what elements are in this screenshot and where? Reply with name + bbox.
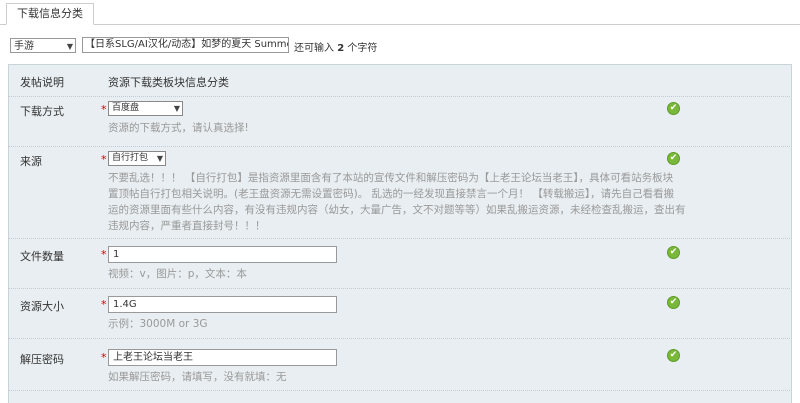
required-mark: * [101, 103, 107, 116]
header-value: 资源下载类板块信息分类 [108, 76, 229, 89]
field-help: 视频：v，图片：p，文本：本 [108, 268, 247, 280]
row-source: 来源 * 自行打包 ▼ 不要乱选！！！ 【自行打包】是指资源里面含有了本站的宣传… [8, 146, 790, 239]
category-select-value: 手游 [14, 41, 34, 52]
required-mark: * [101, 298, 107, 311]
field-label: 解压密码 [20, 353, 64, 366]
row-file-count: 文件数量 * 1 视频：v，图片：p，文本：本 ✔ [8, 238, 790, 289]
title-input[interactable]: 【日系SLG/AI汉化/动态】如梦的夏天 Summer like a Dre [82, 37, 289, 53]
hint-count: 2 [337, 43, 345, 54]
field-help: 资源的下载方式，请认真选择! [108, 122, 249, 134]
chevron-down-icon: ▼ [156, 154, 163, 163]
field-label: 文件数量 [20, 250, 64, 263]
field-help: 示例：3000M or 3G [108, 318, 208, 330]
row-unzip-password: 解压密码 * 上老王论坛当老王 如果解压密码，请填写，没有就填：无 ✔ [8, 338, 790, 391]
chevron-down-icon: ▼ [173, 104, 180, 113]
source-help-line-4: 违规内容，严重者直接封号！！！ [108, 220, 266, 232]
select-value: 自行打包 [112, 153, 149, 163]
required-mark: * [101, 153, 107, 166]
header-label: 发帖说明 [20, 76, 64, 89]
resource-size-input[interactable]: 1.4G [108, 296, 337, 313]
tab-bar: 下载信息分类 [0, 0, 800, 25]
hint-prefix: 还可输入 [294, 43, 334, 54]
select-value: 百度盘 [112, 103, 140, 113]
row-download-method: 下载方式 * 百度盘 ▼ 资源的下载方式，请认真选择! ✔ [8, 96, 790, 147]
check-circle-icon: ✔ [667, 296, 680, 309]
required-mark: * [101, 351, 107, 364]
form-header-row: 发帖说明 资源下载类板块信息分类 [8, 64, 790, 97]
check-circle-icon: ✔ [667, 246, 680, 259]
required-mark: * [101, 248, 107, 261]
check-circle-icon: ✔ [667, 152, 680, 165]
check-circle-icon: ✔ [667, 102, 680, 115]
field-help: 如果解压密码，请填写，没有就填：无 [108, 371, 287, 383]
source-select[interactable]: 自行打包 ▼ [108, 151, 166, 166]
source-help-line-3: 运的资源里面有些什么内容，有没有违规内容（幼女，大量广告，文不对题等等）如果乱搬… [108, 204, 686, 216]
tab-download-info[interactable]: 下载信息分类 [6, 3, 94, 25]
field-label: 来源 [20, 155, 42, 168]
source-help-line-1: 不要乱选！！！ 【自行打包】是指资源里面含有了本站的宣传文件和解压密码为【上老王… [108, 172, 674, 184]
field-label: 下载方式 [20, 105, 64, 118]
source-help-line-2: 置顶帖自行打包相关说明。(老王盘资源无需设置密码)。 乱选的一经发现直接禁言一个… [108, 188, 675, 200]
category-select[interactable]: 手游 ▼ [10, 38, 76, 53]
row-resource-size: 资源大小 * 1.4G 示例：3000M or 3G ✔ [8, 288, 790, 339]
field-label: 资源大小 [20, 300, 64, 313]
download-method-select[interactable]: 百度盘 ▼ [108, 101, 183, 116]
check-circle-icon: ✔ [667, 349, 680, 362]
hint-suffix: 个字符 [347, 43, 378, 54]
title-char-hint: 还可输入 2 个字符 [294, 39, 377, 54]
chevron-down-icon: ▼ [66, 42, 73, 51]
file-count-input[interactable]: 1 [108, 246, 337, 263]
unzip-password-input[interactable]: 上老王论坛当老王 [108, 349, 337, 366]
